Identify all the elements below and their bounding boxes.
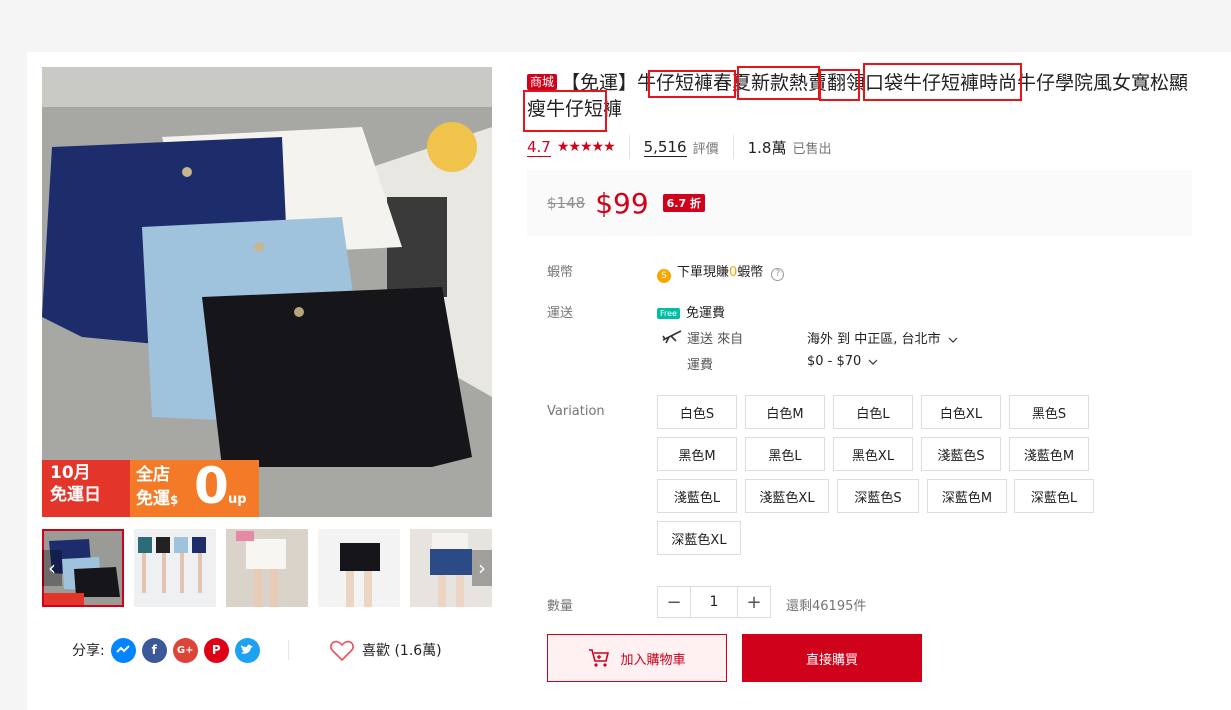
like-button[interactable]: 喜歡 (1.6萬) (330, 636, 442, 664)
banner-up: up (228, 492, 247, 507)
cart-icon (588, 648, 610, 668)
google-plus-icon[interactable]: G+ (172, 637, 198, 663)
chevron-down-icon (948, 332, 958, 347)
mall-badge: 商城 (527, 74, 558, 90)
original-price: $148 (547, 194, 586, 212)
reviews-label: 評價 (692, 141, 719, 157)
sold-divider (732, 135, 734, 159)
quantity-label: 數量 (547, 599, 574, 614)
variation-option[interactable]: 黑色S (1009, 395, 1089, 429)
coins-text-post: 蝦幣 (737, 265, 764, 280)
rating-value[interactable]: 4.7 (527, 138, 551, 157)
plane-icon (662, 328, 682, 348)
variation-option[interactable]: 白色L (833, 395, 913, 429)
reviews-count[interactable]: 5,516 (643, 138, 687, 157)
add-to-cart-label: 加入購物車 (620, 652, 686, 668)
share-divider (288, 640, 289, 660)
ship-from-value[interactable]: 海外 到 中正區, 台北市 (807, 328, 958, 347)
add-to-cart-button[interactable]: 加入購物車 (547, 634, 727, 682)
banner-month: 10月 (50, 463, 91, 483)
thumbnail-prev-arrow-icon[interactable]: ‹ (42, 550, 62, 586)
coins-info: S 下單現賺0蝦幣? (657, 261, 785, 283)
annotation-box-5 (523, 90, 607, 132)
thumbnail-2[interactable] (134, 529, 216, 607)
like-count: 喜歡 (1.6萬) (362, 643, 442, 659)
thumbnail-next-arrow-icon[interactable]: › (472, 550, 492, 586)
variation-option[interactable]: 淺藍色M (1009, 437, 1089, 471)
ship-from-value-text: 海外 到 中正區, 台北市 (807, 332, 941, 347)
share-label: 分享: (72, 643, 105, 659)
variation-option[interactable]: 淺藍色L (657, 479, 737, 513)
banner-store: 全店 (136, 465, 170, 485)
variation-option[interactable]: 白色M (745, 395, 825, 429)
coin-icon: S (657, 269, 671, 283)
variation-option[interactable]: 黑色M (657, 437, 737, 471)
variation-option[interactable]: 淺藍色XL (745, 479, 829, 513)
variation-option[interactable]: 深藍色L (1014, 479, 1094, 513)
coins-text-pre: 下單現賺 (677, 265, 730, 280)
sold-label: 已售出 (792, 141, 832, 157)
annotation-box-1 (648, 70, 736, 98)
stock-text: 還剩46195件 (786, 599, 867, 614)
banner-free-day: 免運日 (50, 485, 101, 505)
variation-option[interactable]: 深藍色M (927, 479, 1007, 513)
thumbnail-3[interactable] (226, 529, 308, 607)
heart-icon (330, 640, 354, 661)
variation-option[interactable]: 深藍色S (837, 479, 919, 513)
discount-badge: 6.7 折 (662, 194, 705, 212)
facebook-icon[interactable]: f (141, 637, 167, 663)
shipping-fee-text: $0 - $70 (807, 354, 862, 369)
price-box: $148 $99 6.7 折 (527, 170, 1192, 236)
annotation-box-4 (863, 63, 1022, 101)
thumbnail-4[interactable] (318, 529, 400, 607)
free-shipping-info: Free 免運費 (657, 302, 725, 321)
thumbnail-strip: ‹ › (42, 527, 492, 609)
free-shipping-text: 免運費 (685, 306, 725, 321)
free-shipping-truck-icon: Free (657, 308, 680, 319)
coins-label: 蝦幣 (547, 265, 574, 280)
variation-label: Variation (547, 404, 605, 419)
quantity-decrease-button[interactable]: − (658, 587, 690, 617)
annotation-box-2 (737, 66, 820, 100)
variation-option[interactable]: 深藍色XL (657, 521, 741, 555)
sold-count: 1.8萬 (747, 138, 787, 157)
annotation-box-3 (819, 69, 860, 101)
banner-free-shipping: 免運 (136, 489, 170, 509)
banner-dollar: $ (170, 493, 179, 507)
ship-from-label: 運送 來自 (687, 332, 744, 347)
shipping-fee-value[interactable]: $0 - $70 (807, 354, 878, 369)
product-main-image[interactable] (42, 67, 492, 517)
sale-price: $99 (595, 186, 649, 220)
share-row: 分享: f G+ P (72, 636, 260, 664)
rating-divider (628, 135, 630, 159)
shipping-label: 運送 (547, 306, 574, 321)
buy-now-button[interactable]: 直接購買 (742, 634, 922, 682)
chevron-down-icon (868, 354, 878, 369)
promo-banner: 10月 免運日 全店 免運$ 0 up (42, 457, 259, 517)
banner-zero: 0 (194, 457, 229, 515)
shipping-fee-label: 運費 (687, 358, 714, 373)
quantity-input[interactable]: 1 (690, 587, 738, 617)
pinterest-icon[interactable]: P (203, 637, 229, 663)
twitter-icon[interactable] (234, 637, 260, 663)
variation-option[interactable]: 白色XL (921, 395, 1001, 429)
variation-option[interactable]: 黑色XL (833, 437, 913, 471)
quantity-stepper: − 1 + (657, 586, 771, 618)
variation-option[interactable]: 黑色L (745, 437, 825, 471)
product-title: 商城 【免運】牛仔短褲春夏新款熱賣翻領口袋牛仔短褲時尚牛仔學院風女寬松顯瘦牛仔短褲 (527, 70, 1197, 122)
messenger-icon[interactable] (110, 637, 136, 663)
star-rating-icon: ★★★★★ (556, 139, 616, 155)
help-icon[interactable]: ? (771, 268, 785, 281)
variation-option[interactable]: 淺藍色S (921, 437, 1001, 471)
quantity-increase-button[interactable]: + (738, 587, 770, 617)
variation-option[interactable]: 白色S (657, 395, 737, 429)
rating-row: 4.7 ★★★★★ 5,516 評價 1.8萬 已售出 (527, 135, 832, 159)
